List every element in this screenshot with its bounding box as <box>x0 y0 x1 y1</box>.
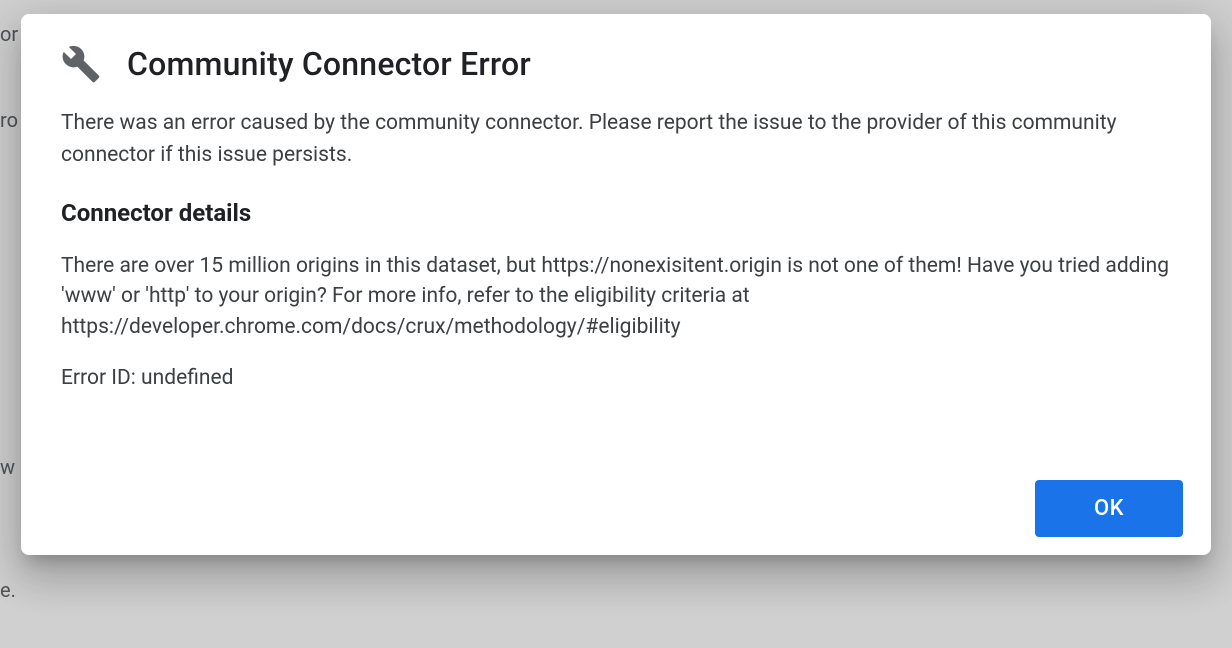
dialog-header: Community Connector Error <box>21 14 1211 96</box>
connector-details-text: There are over 15 million origins in thi… <box>61 251 1171 342</box>
error-dialog: Community Connector Error There was an e… <box>21 14 1211 555</box>
error-id-label: Error ID: undefined <box>61 366 1171 390</box>
dialog-title: Community Connector Error <box>127 45 531 83</box>
wrench-icon <box>61 44 101 84</box>
connector-details-heading: Connector details <box>61 199 1171 227</box>
ok-button[interactable]: OK <box>1035 480 1183 537</box>
modal-overlay: Community Connector Error There was an e… <box>0 0 1232 648</box>
dialog-body: There was an error caused by the communi… <box>21 96 1211 390</box>
dialog-footer: OK <box>21 390 1211 555</box>
error-message: There was an error caused by the communi… <box>61 108 1171 171</box>
